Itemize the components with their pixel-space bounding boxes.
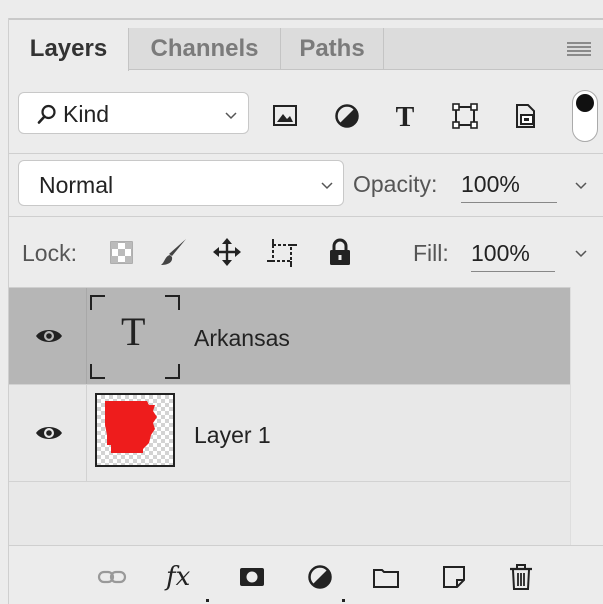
link-layers-icon[interactable] bbox=[97, 562, 127, 592]
chevron-down-icon bbox=[225, 109, 237, 121]
fx-label: fx bbox=[166, 562, 191, 592]
visibility-cell bbox=[9, 288, 87, 384]
lock-all-icon[interactable] bbox=[325, 237, 355, 267]
fill-field[interactable]: 100% bbox=[471, 240, 555, 272]
type-filter-icon[interactable]: T bbox=[391, 102, 419, 133]
fx-menu-indicator bbox=[206, 599, 209, 602]
fx-icon[interactable]: fx bbox=[166, 562, 196, 592]
adjustment-filter-icon[interactable] bbox=[333, 102, 361, 130]
fill-chevron-down-icon[interactable] bbox=[575, 247, 587, 259]
lock-transparent-pixels-icon[interactable] bbox=[107, 237, 137, 267]
layers-scroll-track[interactable] bbox=[570, 287, 603, 545]
lock-image-pixels-icon[interactable] bbox=[159, 237, 189, 267]
tab-layers[interactable]: Layers bbox=[9, 28, 129, 71]
tab-channels[interactable]: Channels bbox=[129, 28, 281, 70]
layer-row-arkansas[interactable]: T Arkansas bbox=[9, 288, 570, 384]
blend-row: Normal Opacity: 100% bbox=[9, 155, 603, 217]
new-adjustment-icon[interactable] bbox=[305, 562, 335, 592]
layers-panel: Layers Channels Paths Kind T Normal Opac… bbox=[0, 0, 603, 604]
chevron-down-icon bbox=[321, 179, 333, 191]
blend-mode-label: Normal bbox=[39, 172, 114, 198]
tab-paths[interactable]: Paths bbox=[281, 28, 384, 70]
opacity-field[interactable]: 100% bbox=[461, 171, 557, 203]
delete-layer-icon[interactable] bbox=[506, 562, 536, 592]
filter-row: Kind T bbox=[9, 70, 603, 154]
layer-thumbnail bbox=[95, 393, 175, 467]
fill-label: Fill: bbox=[413, 240, 449, 266]
smart-object-filter-icon[interactable] bbox=[511, 102, 539, 130]
adjustment-menu-indicator bbox=[342, 599, 345, 602]
new-group-icon[interactable] bbox=[371, 562, 401, 592]
opacity-label: Opacity: bbox=[353, 171, 438, 197]
panel-menu-icon[interactable] bbox=[567, 42, 591, 56]
text-layer-thumbnail: T bbox=[89, 294, 181, 380]
search-icon bbox=[37, 104, 57, 124]
image-filter-icon[interactable] bbox=[271, 102, 299, 130]
add-mask-icon[interactable] bbox=[237, 562, 267, 592]
svg-text:T: T bbox=[396, 102, 415, 130]
visibility-cell bbox=[9, 385, 87, 481]
panel-tabs: Layers Channels Paths bbox=[9, 28, 603, 71]
layer-name[interactable]: Arkansas bbox=[194, 325, 290, 352]
lock-artboard-icon[interactable] bbox=[267, 237, 297, 267]
type-t-glyph: T bbox=[121, 309, 146, 354]
kind-filter-label: Kind bbox=[63, 101, 110, 127]
layer-row-layer-1[interactable]: Layer 1 bbox=[9, 385, 570, 481]
eye-visibility-icon[interactable] bbox=[34, 422, 64, 444]
shape-filter-icon[interactable] bbox=[451, 102, 479, 130]
blend-mode-select[interactable]: Normal bbox=[18, 160, 344, 206]
toggle-knob bbox=[576, 94, 594, 112]
arkansas-shape bbox=[105, 401, 157, 453]
lock-label: Lock: bbox=[22, 240, 77, 266]
layers-list: T Arkansas Layer 1 bbox=[9, 287, 570, 545]
opacity-chevron-down-icon[interactable] bbox=[575, 179, 587, 191]
row-divider bbox=[9, 481, 570, 482]
panel-top-rule bbox=[9, 18, 603, 20]
bottom-toolbar: fx bbox=[9, 545, 603, 604]
lock-row: Lock: Fill: 100% bbox=[9, 217, 603, 287]
kind-filter-select[interactable]: Kind bbox=[18, 92, 249, 134]
filter-toggle-switch[interactable] bbox=[572, 90, 598, 142]
eye-visibility-icon[interactable] bbox=[34, 325, 64, 347]
new-layer-icon[interactable] bbox=[439, 562, 469, 592]
lock-position-icon[interactable] bbox=[212, 237, 242, 267]
layer-name[interactable]: Layer 1 bbox=[194, 422, 271, 449]
